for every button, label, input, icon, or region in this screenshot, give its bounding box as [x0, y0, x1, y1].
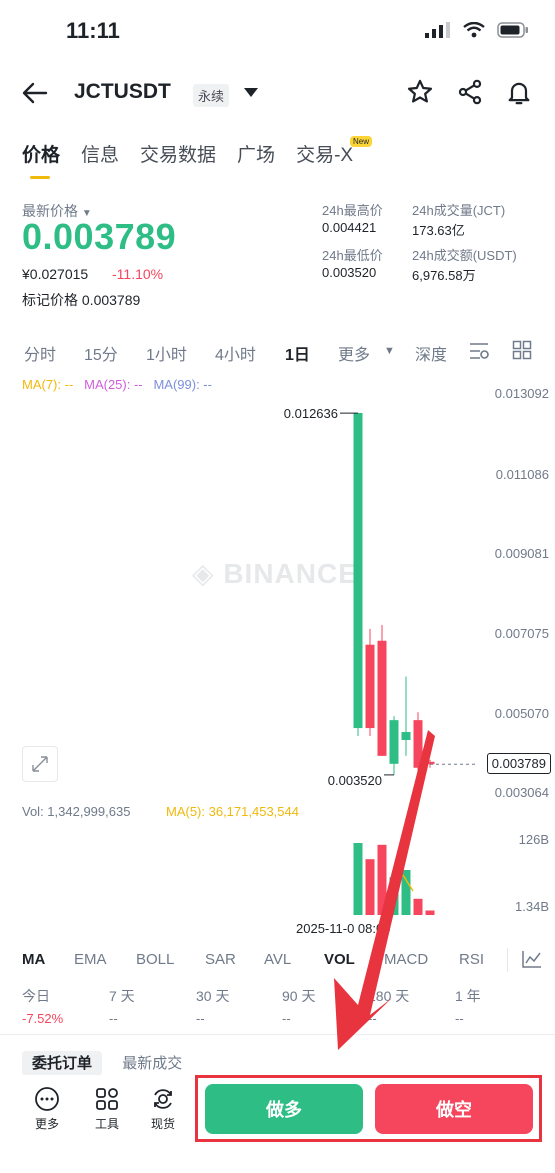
signal-icon	[425, 22, 450, 38]
volume-chart	[353, 843, 435, 915]
price-change: -11.10%	[112, 266, 164, 282]
bell-icon[interactable]	[505, 78, 533, 106]
cny-price: ¥0.027015	[22, 266, 89, 282]
ind-vol[interactable]: VOL	[324, 951, 355, 968]
candle-body[interactable]	[353, 412, 363, 729]
section-divider	[0, 1034, 555, 1035]
low-value: 0.003520	[322, 265, 377, 280]
fullscreen-button[interactable]	[22, 746, 58, 782]
ind-boll[interactable]: BOLL	[136, 951, 174, 968]
spot-button[interactable]: 现货	[150, 1086, 176, 1132]
perf-label: 90 天	[282, 988, 316, 1004]
high-value: 0.004421	[322, 220, 377, 235]
tf-depth[interactable]: 深度	[415, 341, 447, 365]
volume-bar	[401, 870, 411, 915]
status-time: 11:11	[66, 18, 120, 43]
more-dots-icon	[35, 1087, 59, 1111]
share-icon[interactable]	[456, 78, 484, 106]
low-marker-label: 0.003520	[328, 773, 382, 788]
high-marker-label: 0.012636	[284, 406, 338, 421]
tab-price[interactable]: 价格	[22, 140, 60, 167]
pair-title[interactable]: JCTUSDT	[74, 80, 171, 104]
tf-4h[interactable]: 4小时	[215, 341, 256, 365]
layout-grid-icon[interactable]	[512, 340, 532, 360]
volume-ma5-label: MA(5): 36,171,453,544	[166, 804, 299, 819]
high-label: 24h最高价	[322, 203, 383, 218]
tf-more[interactable]: 更多	[338, 341, 370, 365]
tab-info[interactable]: 信息	[81, 140, 119, 167]
perf-label: 今日	[22, 988, 50, 1004]
expand-icon	[32, 756, 48, 772]
candle-body[interactable]	[365, 644, 375, 729]
perf-label: 180 天	[368, 988, 410, 1004]
vol-value: 173.63亿	[412, 223, 465, 238]
perpetual-tag: 永续	[193, 84, 230, 107]
candlestick-chart[interactable]: 0.012636 0.003520	[0, 380, 555, 800]
low-label: 24h最低价	[322, 248, 383, 263]
active-tab-indicator	[30, 176, 50, 179]
battery-icon	[497, 22, 528, 38]
perf-label: 7 天	[109, 988, 135, 1004]
indicator-chart-icon[interactable]	[521, 949, 543, 969]
volume-bar	[377, 844, 387, 915]
amount-label: 24h成交额(USDT)	[412, 248, 517, 263]
highlight-frame	[195, 1075, 542, 1142]
last-price-tag: 0.003789	[486, 753, 551, 775]
tab-trading-data[interactable]: 交易数据	[140, 140, 216, 167]
volume-bar	[365, 859, 375, 915]
wifi-icon	[463, 22, 485, 38]
tf-timeshare[interactable]: 分时	[24, 341, 56, 365]
spot-icon	[154, 1089, 172, 1109]
tf-15m[interactable]: 15分	[84, 341, 118, 365]
ind-sar[interactable]: SAR	[205, 951, 236, 968]
mark-price: 标记价格 0.003789	[22, 292, 141, 308]
candle-body[interactable]	[389, 720, 399, 764]
ind-macd[interactable]: MACD	[384, 951, 428, 968]
tools-button[interactable]: 工具	[94, 1086, 120, 1132]
volume-bar	[413, 898, 423, 915]
tools-grid-icon	[96, 1088, 118, 1110]
candle-body[interactable]	[413, 720, 423, 768]
tf-1h[interactable]: 1小时	[146, 341, 187, 365]
perf-value: --	[196, 1011, 205, 1026]
volume-bar	[389, 877, 399, 915]
status-icons	[425, 22, 529, 38]
vol-label: 24h成交量(JCT)	[412, 203, 506, 218]
amount-value: 6,976.58万	[412, 268, 476, 283]
tab-square[interactable]: 广场	[237, 140, 275, 167]
star-icon[interactable]	[406, 78, 434, 106]
perf-value: --	[282, 1011, 291, 1026]
tab-open-orders[interactable]: 委托订单	[22, 1051, 103, 1076]
perf-label: 30 天	[196, 988, 230, 1004]
perf-label: 1 年	[455, 988, 481, 1004]
tf-1d[interactable]: 1日	[285, 341, 310, 365]
content-tabs: 价格 信息 交易数据 广场 交易-X	[22, 140, 374, 167]
ind-ma[interactable]: MA	[22, 951, 45, 968]
x-axis-label: 2025-11-0 08:00	[296, 921, 391, 936]
new-badge: New	[350, 136, 373, 147]
perf-value: --	[368, 1011, 377, 1026]
tf-more-caret-icon: ▼	[384, 345, 395, 357]
ind-ema[interactable]: EMA	[74, 951, 107, 968]
divider	[507, 948, 508, 972]
tab-trade-x[interactable]: 交易-X	[296, 140, 353, 167]
perf-value: -7.52%	[22, 1011, 64, 1026]
more-button[interactable]: 更多	[34, 1086, 60, 1132]
header: JCTUSDT 永续	[0, 78, 555, 112]
volume-bar	[353, 843, 363, 915]
ind-rsi[interactable]: RSI	[459, 951, 484, 968]
volume-label: Vol: 1,342,999,635	[22, 804, 131, 819]
perf-value: --	[109, 1011, 118, 1026]
perf-value: --	[455, 1011, 464, 1026]
candle-body[interactable]	[401, 732, 411, 740]
pair-dropdown-icon[interactable]	[244, 88, 258, 97]
volume-bar	[425, 910, 435, 915]
ind-avl[interactable]: AVL	[264, 951, 291, 968]
candle-body[interactable]	[377, 640, 387, 756]
order-tabs: 委托订单 最新成交	[22, 1051, 182, 1076]
chart-settings-icon[interactable]	[468, 341, 490, 361]
tab-recent-trades[interactable]: 最新成交	[122, 1055, 182, 1072]
last-price: 0.003789	[22, 216, 177, 257]
back-arrow-icon[interactable]	[22, 78, 48, 108]
